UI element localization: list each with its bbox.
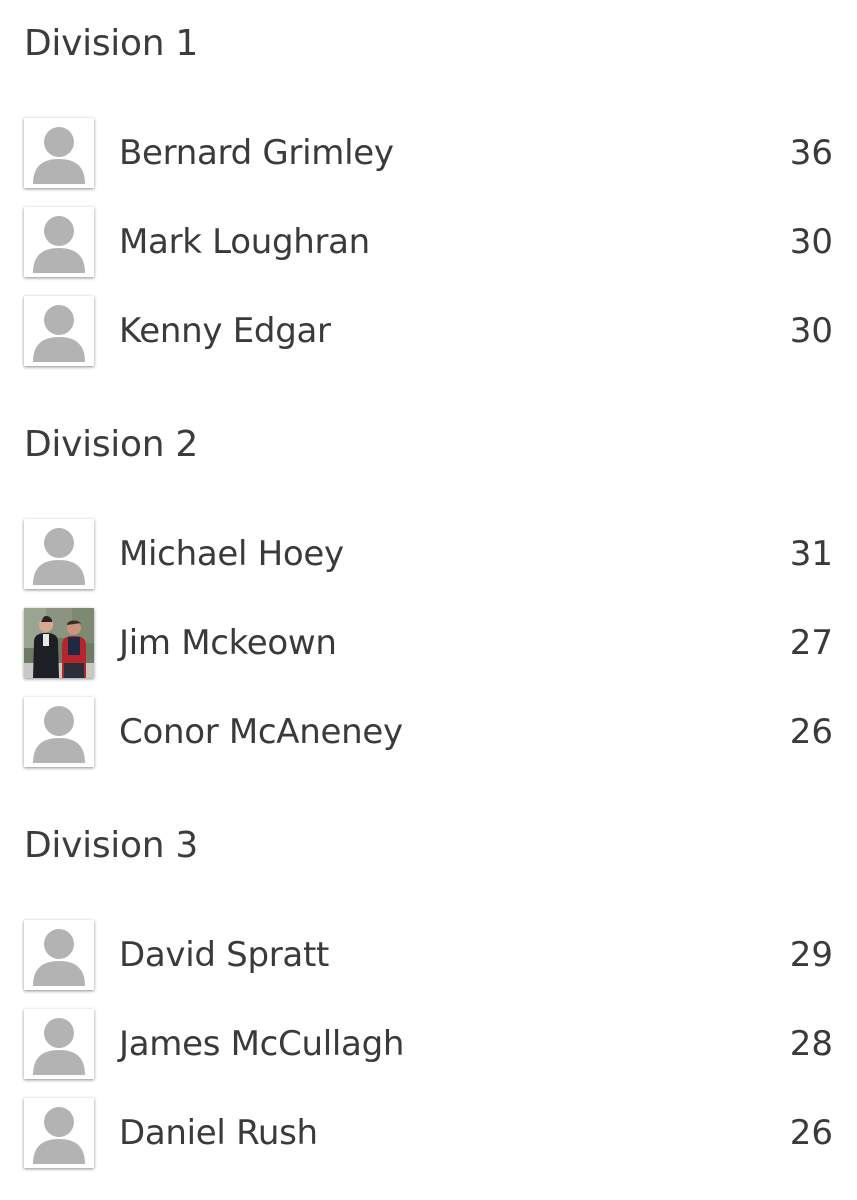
- division-2-section: Division 2 Michael Hoey 31 Jim Mckeown 2…: [0, 424, 857, 767]
- default-avatar-icon: [24, 118, 94, 188]
- player-score: 27: [789, 623, 833, 663]
- default-avatar-icon: [24, 1098, 94, 1168]
- player-name: Jim Mckeown: [119, 623, 337, 663]
- player-score: 30: [789, 222, 833, 262]
- default-avatar-icon: [24, 207, 94, 277]
- player-score: 26: [789, 1113, 833, 1153]
- division-title: Division 2: [24, 424, 198, 465]
- player-name: Daniel Rush: [119, 1113, 318, 1153]
- player-name: Kenny Edgar: [119, 311, 331, 351]
- list-item[interactable]: Kenny Edgar 30: [0, 291, 857, 380]
- player-score: 26: [789, 712, 833, 752]
- player-name: Conor McAneney: [119, 712, 403, 752]
- player-score: 28: [789, 1024, 833, 1064]
- player-photo: [24, 608, 94, 678]
- player-name: Mark Loughran: [119, 222, 370, 262]
- list-item[interactable]: Daniel Rush 26: [0, 1093, 857, 1182]
- division-3-section: Division 3 David Spratt 29 James McCulla…: [0, 825, 857, 1168]
- player-name: James McCullagh: [119, 1024, 405, 1064]
- player-score: 31: [789, 534, 833, 574]
- player-name: Michael Hoey: [119, 534, 344, 574]
- list-item[interactable]: Michael Hoey 31: [0, 514, 857, 603]
- list-item[interactable]: Jim Mckeown 27: [0, 603, 857, 692]
- player-score: 36: [789, 133, 833, 173]
- default-avatar-icon: [24, 296, 94, 366]
- player-score: 30: [789, 311, 833, 351]
- division-title: Division 1: [24, 23, 198, 64]
- list-item[interactable]: Mark Loughran 30: [0, 202, 857, 291]
- list-item[interactable]: David Spratt 29: [0, 915, 857, 1004]
- default-avatar-icon: [24, 519, 94, 589]
- division-title: Division 3: [24, 825, 198, 866]
- list-item[interactable]: James McCullagh 28: [0, 1004, 857, 1093]
- player-score: 29: [789, 935, 833, 975]
- list-item[interactable]: Bernard Grimley 36: [0, 113, 857, 202]
- player-name: David Spratt: [119, 935, 330, 975]
- list-item[interactable]: Conor McAneney 26: [0, 692, 857, 781]
- default-avatar-icon: [24, 1009, 94, 1079]
- default-avatar-icon: [24, 920, 94, 990]
- division-1-section: Division 1 Bernard Grimley 36 Mark Lough…: [0, 23, 857, 366]
- player-name: Bernard Grimley: [119, 133, 394, 173]
- default-avatar-icon: [24, 697, 94, 767]
